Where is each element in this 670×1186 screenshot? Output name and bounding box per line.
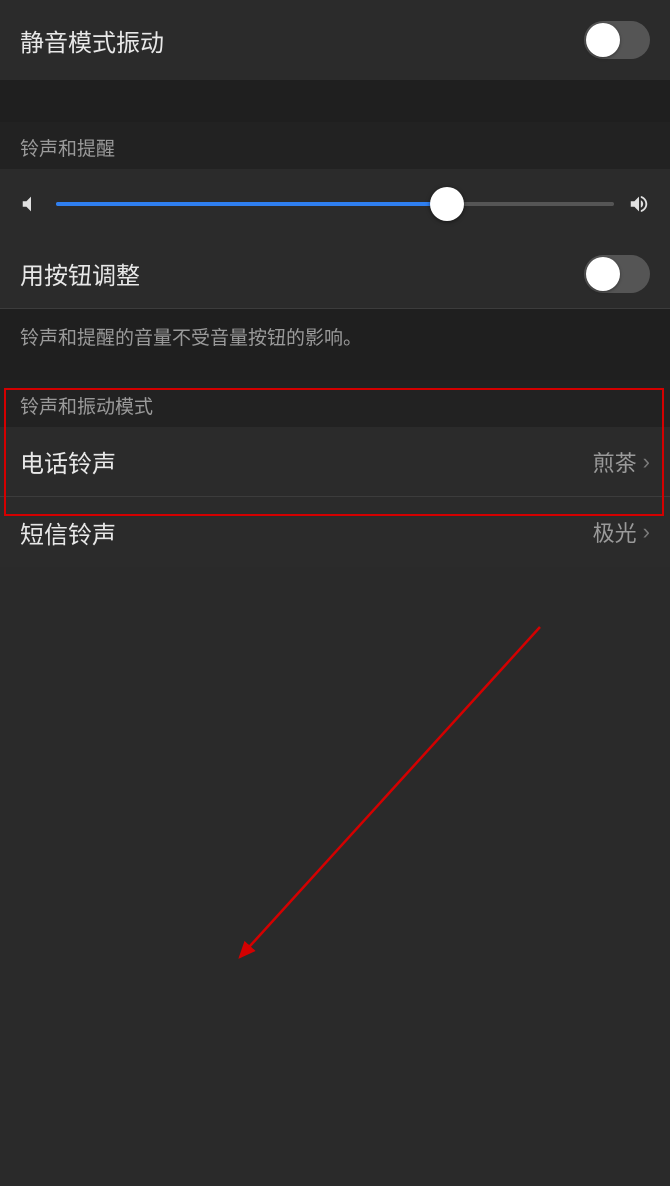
row-label: 短信铃声 — [20, 515, 116, 550]
slider-thumb[interactable] — [430, 187, 464, 221]
footer-note: 铃声和提醒的音量不受音量按钮的影响。 — [0, 309, 670, 380]
speaker-low-icon — [20, 193, 42, 215]
row-label: 电话铃声 — [20, 444, 116, 479]
row-ringtone[interactable]: 电话铃声 煎茶 › — [0, 427, 670, 497]
section-gap — [0, 80, 670, 122]
volume-slider[interactable] — [56, 202, 614, 206]
row-value: 煎茶 › — [593, 446, 650, 478]
toggle-knob — [586, 23, 620, 57]
row-vibrate-on-silent[interactable]: 静音模式振动 — [0, 0, 670, 80]
toggle-change-with-buttons[interactable] — [584, 255, 650, 293]
speaker-high-icon — [628, 193, 650, 215]
row-change-with-buttons[interactable]: 用按钮调整 — [0, 239, 670, 309]
row-label: 静音模式振动 — [20, 23, 164, 58]
slider-fill — [56, 202, 447, 206]
toggle-knob — [586, 257, 620, 291]
chevron-right-icon: › — [643, 449, 650, 475]
toggle-vibrate-silent[interactable] — [584, 21, 650, 59]
annotation-arrow — [0, 567, 670, 1186]
row-text-tone[interactable]: 短信铃声 极光 › — [0, 497, 670, 567]
texttone-value-text: 极光 — [593, 516, 637, 548]
ringtone-value-text: 煎茶 — [593, 446, 637, 478]
row-value: 极光 › — [593, 516, 650, 548]
section-header-modes: 铃声和振动模式 — [0, 380, 670, 427]
chevron-right-icon: › — [643, 519, 650, 545]
volume-slider-row — [0, 169, 670, 239]
section-header-alerts: 铃声和提醒 — [0, 122, 670, 169]
row-label: 用按钮调整 — [20, 256, 140, 291]
